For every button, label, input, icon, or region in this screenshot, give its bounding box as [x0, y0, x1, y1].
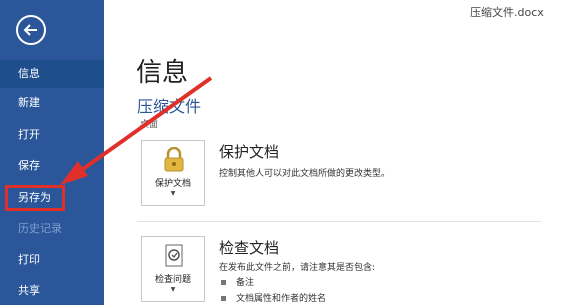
- annotation-arrow: [60, 76, 213, 185]
